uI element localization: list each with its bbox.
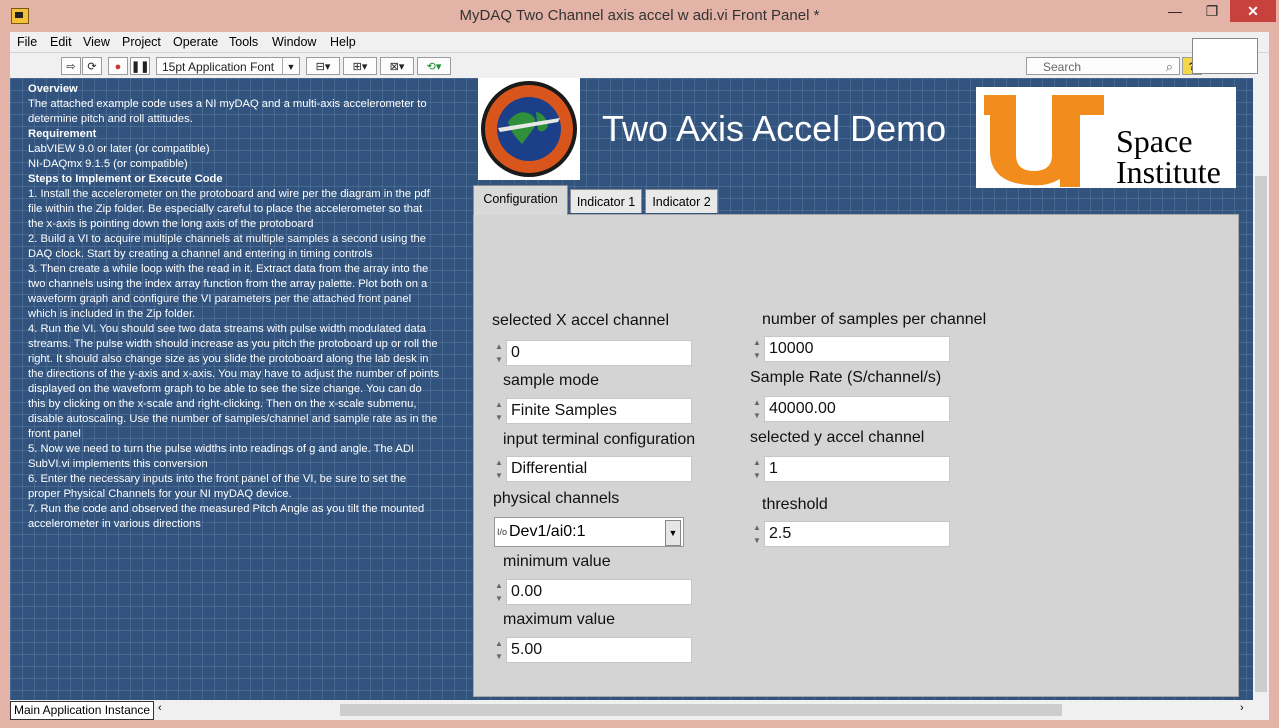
run-continuously-icon[interactable]: ⟳ <box>82 57 102 75</box>
menu-help[interactable]: Help <box>330 35 356 49</box>
tab-indicator-1[interactable]: Indicator 1 <box>570 189 642 213</box>
note-line: 1. Install the accelerometer on the prot… <box>28 188 430 230</box>
logo-text-line2: Institute <box>1116 154 1221 190</box>
y-channel-label: selected y accel channel <box>750 429 925 446</box>
window-title: MyDAQ Two Channel axis accel w adi.vi Fr… <box>459 7 820 24</box>
tab-configuration[interactable]: Configuration <box>473 185 568 215</box>
note-line: 4. Run the VI. You should see two data s… <box>28 323 440 440</box>
note-line: Overview <box>28 83 78 95</box>
menu-operate[interactable]: Operate <box>173 35 218 49</box>
note-line: 6. Enter the necessary inputs into the f… <box>28 473 407 500</box>
tab-indicator-2[interactable]: Indicator 2 <box>645 189 718 213</box>
x-channel-label: selected X accel channel <box>492 312 669 329</box>
increment-decrement-icon[interactable]: ▲ ▼ <box>752 336 762 362</box>
x-channel-input[interactable]: 0 <box>506 340 692 366</box>
pause-icon[interactable]: ❚❚ <box>130 57 150 75</box>
increment-decrement-icon[interactable]: ▲ ▼ <box>752 521 762 547</box>
application-instance-label: Main Application Instance <box>10 701 155 720</box>
increment-decrement-icon[interactable]: ▲ ▼ <box>494 579 504 605</box>
scroll-left-icon[interactable]: ‹ <box>158 702 162 714</box>
input-terminal-input[interactable]: Differential <box>506 456 692 482</box>
note-line: NI-DAQmx 9.1.5 (or compatible) <box>28 158 188 170</box>
resize-objects-icon[interactable]: ⊠▾ <box>380 57 414 75</box>
front-panel: Overview The attached example code uses … <box>10 78 1253 700</box>
physical-channels-select[interactable]: I/o Dev1/ai0:1 ▼ <box>494 517 684 547</box>
threshold-label: threshold <box>762 496 828 513</box>
overview-notes: Overview The attached example code uses … <box>28 82 440 532</box>
chevron-down-icon: ▼ <box>282 58 299 74</box>
chevron-down-icon[interactable]: ▼ <box>665 520 681 546</box>
physical-channels-value: Dev1/ai0:1 <box>509 523 586 540</box>
increment-decrement-icon[interactable]: ▲ ▼ <box>494 398 504 424</box>
scroll-right-icon[interactable]: › <box>1240 702 1244 714</box>
close-button[interactable]: ✕ <box>1230 0 1276 22</box>
note-line: Steps to Implement or Execute Code <box>28 173 223 185</box>
threshold-input[interactable]: 2.5 <box>764 521 950 547</box>
increment-decrement-icon[interactable]: ▲ ▼ <box>752 456 762 482</box>
note-line: 7. Run the code and observed the measure… <box>28 503 425 530</box>
minimum-value-label: minimum value <box>503 553 611 570</box>
menu-project[interactable]: Project <box>122 35 161 49</box>
io-prefix-icon: I/o <box>497 527 508 537</box>
menu-edit[interactable]: Edit <box>50 35 72 49</box>
sample-mode-input[interactable]: Finite Samples <box>506 398 692 424</box>
search-icon: ⌕ <box>1165 59 1173 74</box>
font-select-value: 15pt Application Font <box>162 60 275 74</box>
run-arrow-icon[interactable]: ⇨ <box>61 57 81 75</box>
logo-text-line1: Space <box>1116 123 1193 159</box>
physical-channels-label: physical channels <box>493 490 620 507</box>
minimum-value-input[interactable]: 0.00 <box>506 579 692 605</box>
font-select[interactable]: 15pt Application Font ▼ <box>156 57 300 75</box>
samples-per-channel-label: number of samples per channel <box>762 311 987 328</box>
menu-view[interactable]: View <box>83 35 110 49</box>
abort-icon[interactable]: ● <box>108 57 128 75</box>
input-terminal-label: input terminal configuration <box>503 431 696 448</box>
increment-decrement-icon[interactable]: ▲ ▼ <box>752 396 762 422</box>
increment-decrement-icon[interactable]: ▲ ▼ <box>494 637 504 663</box>
vi-connector-icon[interactable] <box>1192 38 1258 74</box>
align-objects-icon[interactable]: ⊟▾ <box>306 57 340 75</box>
reorder-icon[interactable]: ⟲▾ <box>417 57 451 75</box>
search-placeholder: Search <box>1043 60 1082 74</box>
increment-decrement-icon[interactable]: ▲ ▼ <box>494 456 504 482</box>
samples-per-channel-input[interactable]: 10000 <box>764 336 950 362</box>
sample-rate-label: Sample Rate (S/channel/s) <box>750 369 942 386</box>
search-input[interactable]: Search ⌕ <box>1026 57 1180 75</box>
menu-tools[interactable]: Tools <box>229 35 258 49</box>
horizontal-scroll-thumb[interactable] <box>340 704 1062 716</box>
y-channel-input[interactable]: 1 <box>764 456 950 482</box>
sample-rate-input[interactable]: 40000.00 <box>764 396 950 422</box>
toolbar: ⇨ ⟳ ● ❚❚ 15pt Application Font ▼ ⊟▾ ⊞▾ ⊠… <box>10 52 1269 79</box>
aviation-systems-logo <box>478 78 580 180</box>
menu-file[interactable]: File <box>17 35 37 49</box>
note-line: 5. Now we need to turn the pulse widths … <box>28 443 415 470</box>
distribute-objects-icon[interactable]: ⊞▾ <box>343 57 377 75</box>
maximum-value-label: maximum value <box>503 611 616 628</box>
note-line: Requirement <box>28 128 97 140</box>
minimize-button[interactable]: — <box>1158 0 1192 22</box>
menu-bar: File Edit View Project Operate Tools Win… <box>10 32 1269 52</box>
banner-title: Two Axis Accel Demo <box>602 108 947 149</box>
sample-mode-label: sample mode <box>503 372 600 389</box>
maximum-value-input[interactable]: 5.00 <box>506 637 692 663</box>
note-line: The attached example code uses a NI myDA… <box>28 98 427 125</box>
ut-logo-text: Space Institute <box>1116 123 1221 190</box>
configuration-tab-page: selected X accel channel ▲ ▼ 0 sample mod… <box>473 214 1239 697</box>
note-line: 2. Build a VI to acquire multiple channe… <box>28 233 427 260</box>
maximize-button[interactable]: ❐ <box>1195 0 1229 22</box>
physical-channels-control: I/o Dev1/ai0:1 ▼ <box>494 517 684 547</box>
note-line: LabVIEW 9.0 or later (or compatible) <box>28 143 210 155</box>
vertical-scroll-thumb[interactable] <box>1255 176 1267 692</box>
increment-decrement-icon[interactable]: ▲ ▼ <box>494 340 504 366</box>
menu-window[interactable]: Window <box>272 35 316 49</box>
note-line: 3. Then create a while loop with the rea… <box>28 263 429 320</box>
